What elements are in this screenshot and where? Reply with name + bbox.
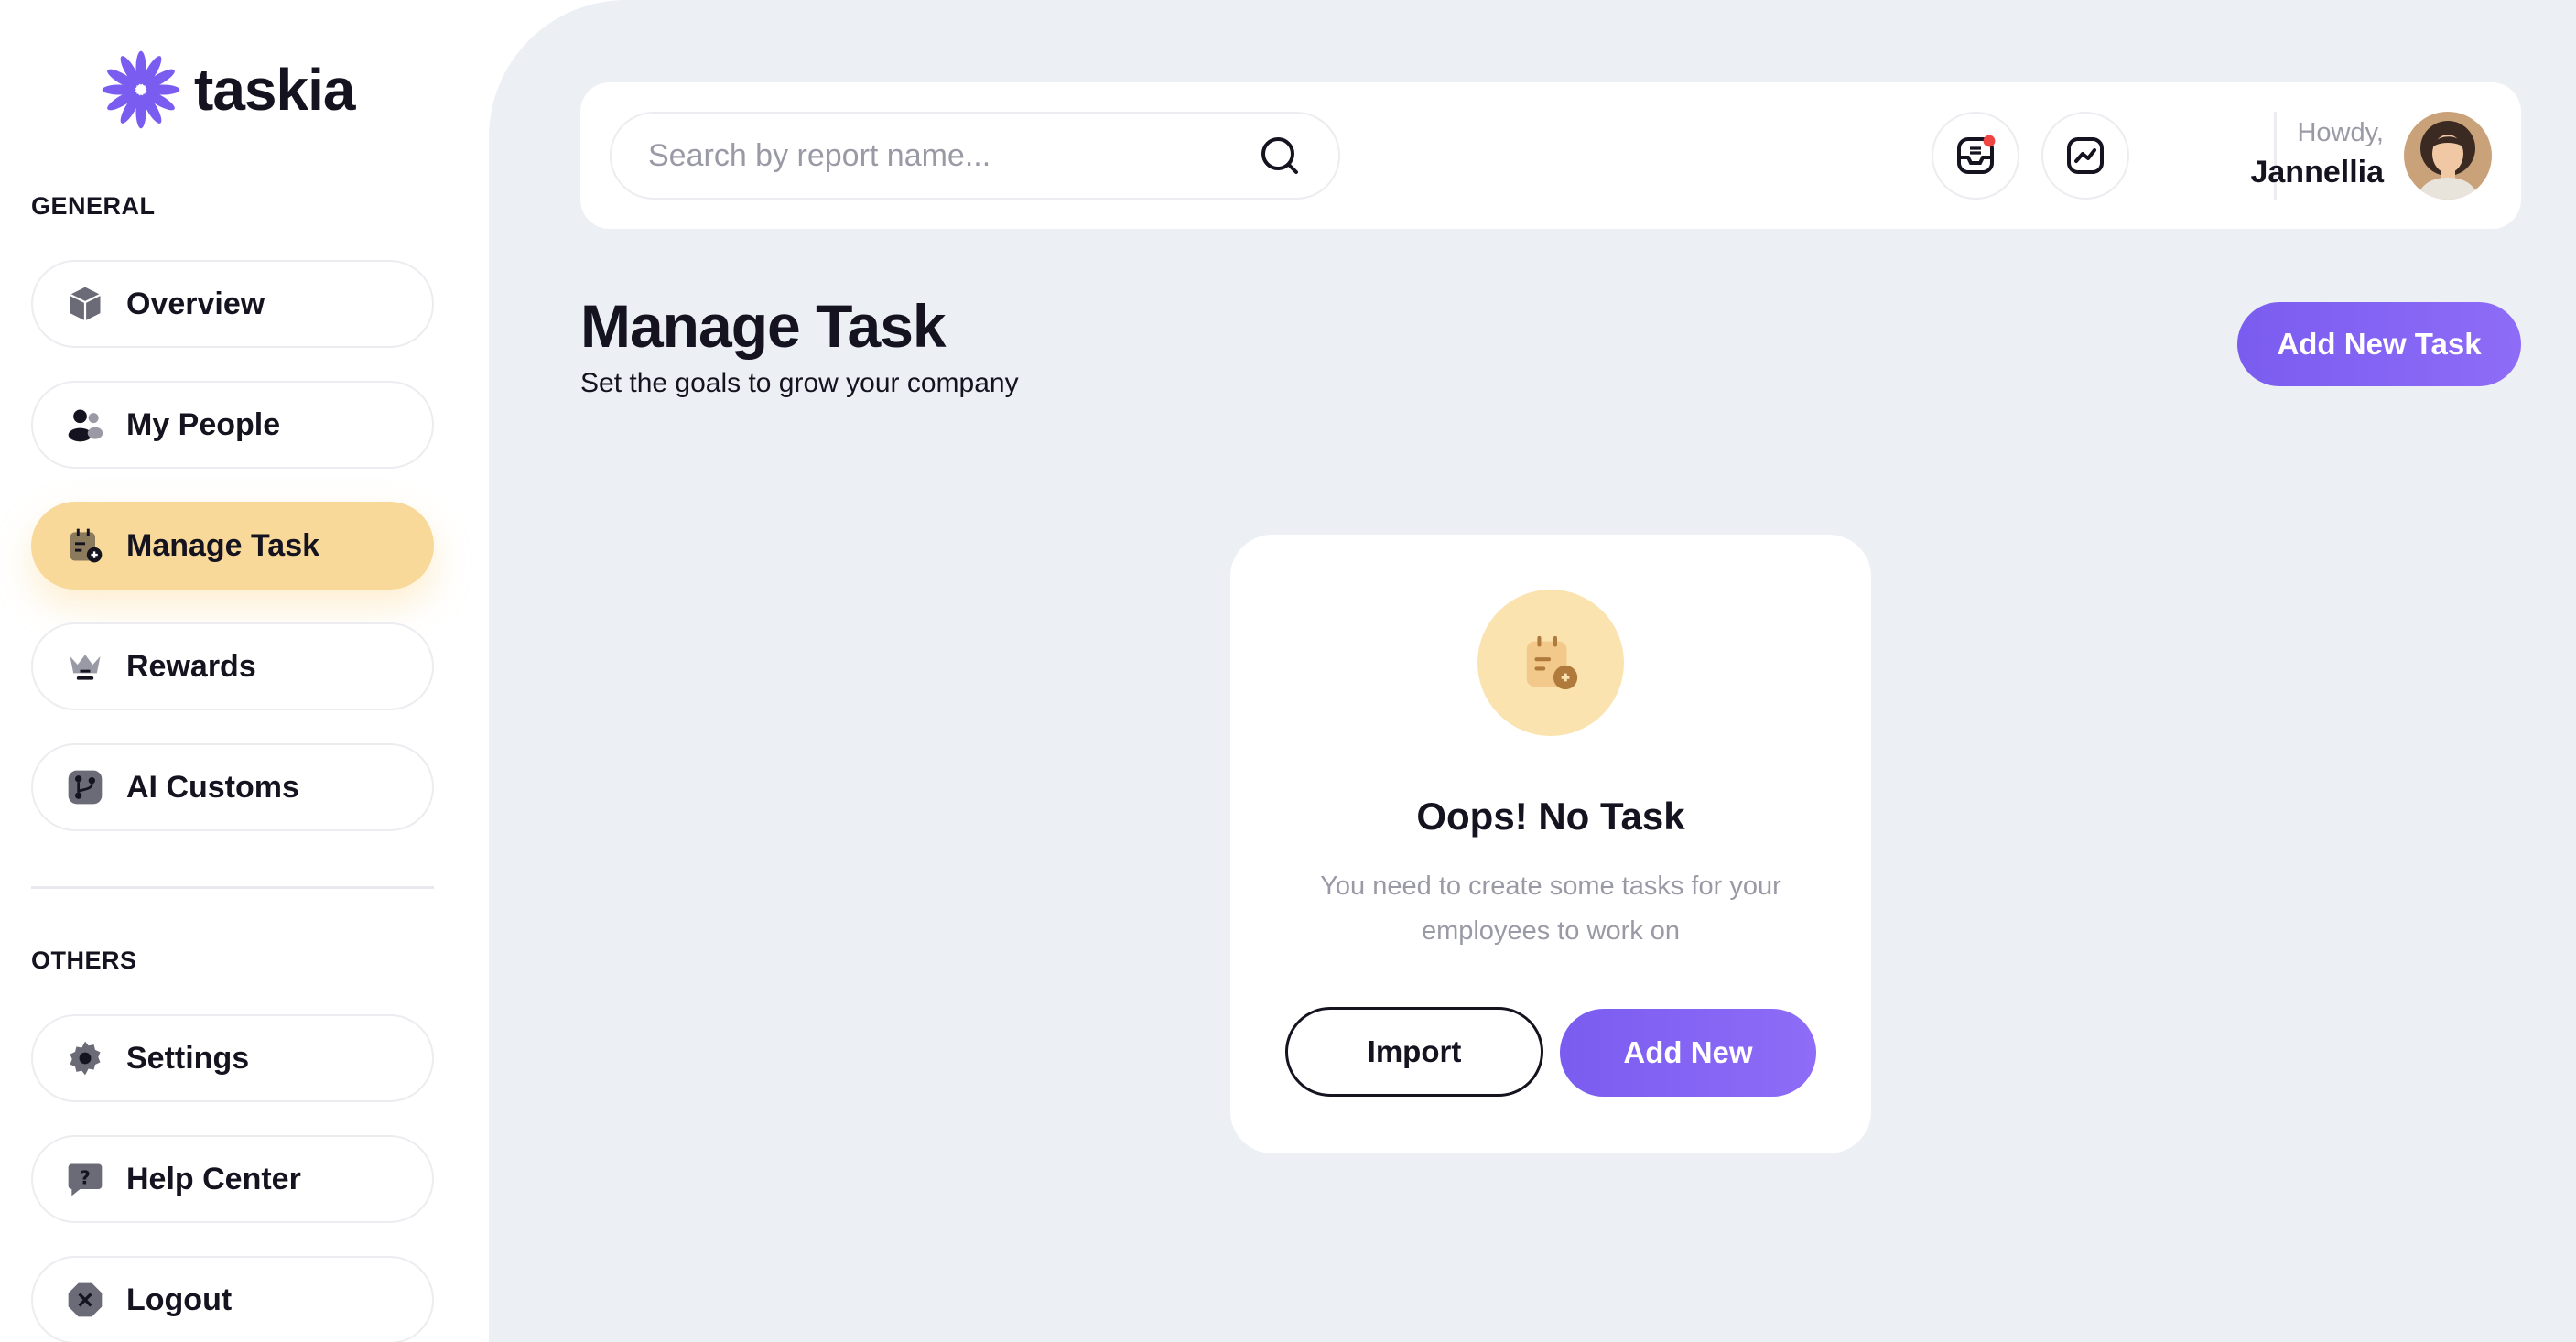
crown-icon xyxy=(64,645,106,687)
chart-trend-icon xyxy=(2067,137,2104,174)
user-name: Jannellia xyxy=(2250,155,2384,189)
add-new-button[interactable]: Add New xyxy=(1560,1009,1816,1097)
import-button[interactable]: Import xyxy=(1285,1007,1543,1097)
brand-name: taskia xyxy=(194,57,355,123)
task-calendar-icon xyxy=(1526,635,1578,690)
empty-state-description: You need to create some tasks for your e… xyxy=(1320,871,1781,946)
inbox-button[interactable] xyxy=(1932,112,2019,200)
gear-icon xyxy=(64,1037,106,1079)
brand-logo[interactable]: taskia xyxy=(99,48,355,132)
svg-text:?: ? xyxy=(80,1167,91,1189)
flower-logo-icon xyxy=(102,50,180,129)
sidebar-item-my-people[interactable]: My People xyxy=(31,381,434,469)
sidebar-item-label: Overview xyxy=(126,286,265,321)
search-bar[interactable] xyxy=(610,112,1340,200)
sidebar: taskia GENERAL Overview My People Manage… xyxy=(0,0,489,1342)
top-bar: Howdy, Jannellia xyxy=(580,82,2521,229)
sidebar-item-settings[interactable]: Settings xyxy=(31,1014,434,1102)
empty-state-badge xyxy=(1477,590,1624,736)
section-label-general: GENERAL xyxy=(31,192,156,220)
search-icon[interactable] xyxy=(1258,134,1302,178)
logout-icon xyxy=(64,1279,106,1321)
empty-state-title: Oops! No Task xyxy=(1416,795,1685,838)
sidebar-item-overview[interactable]: Overview xyxy=(31,260,434,348)
sidebar-item-label: Settings xyxy=(126,1040,250,1076)
add-new-task-button[interactable]: Add New Task xyxy=(2237,302,2521,386)
main-content: Howdy, Jannellia Manage Task Set the goa… xyxy=(489,0,2576,1342)
greeting-text: Howdy, xyxy=(2297,118,2384,147)
analytics-button[interactable] xyxy=(2041,112,2129,200)
sidebar-item-ai-customs[interactable]: AI Customs xyxy=(31,743,434,831)
sidebar-item-logout[interactable]: Logout xyxy=(31,1256,434,1342)
sidebar-divider xyxy=(31,886,434,889)
sidebar-item-manage-task[interactable]: Manage Task xyxy=(31,502,434,590)
help-icon: ? xyxy=(64,1158,106,1200)
user-greeting: Howdy, Jannellia xyxy=(2250,114,2384,192)
empty-state-card: Oops! No Task You need to create some ta… xyxy=(1230,535,1871,1153)
cube-icon xyxy=(64,283,106,325)
sidebar-item-label: Rewards xyxy=(126,648,256,684)
branch-icon xyxy=(64,766,106,808)
search-input[interactable] xyxy=(648,137,1258,174)
sidebar-item-rewards[interactable]: Rewards xyxy=(31,622,434,710)
page-title: Manage Task xyxy=(580,292,947,360)
sidebar-item-label: My People xyxy=(126,406,281,442)
sidebar-item-label: Manage Task xyxy=(126,527,320,563)
avatar[interactable] xyxy=(2404,112,2492,200)
task-icon xyxy=(64,525,106,567)
sidebar-item-label: AI Customs xyxy=(126,769,299,805)
inbox-icon xyxy=(1957,135,1996,174)
sidebar-item-help-center[interactable]: ? Help Center xyxy=(31,1135,434,1223)
sidebar-item-label: Logout xyxy=(126,1282,233,1317)
page-subtitle: Set the goals to grow your company xyxy=(580,368,1019,398)
sidebar-item-label: Help Center xyxy=(126,1161,301,1196)
section-label-others: OTHERS xyxy=(31,947,137,974)
people-icon xyxy=(64,404,106,446)
